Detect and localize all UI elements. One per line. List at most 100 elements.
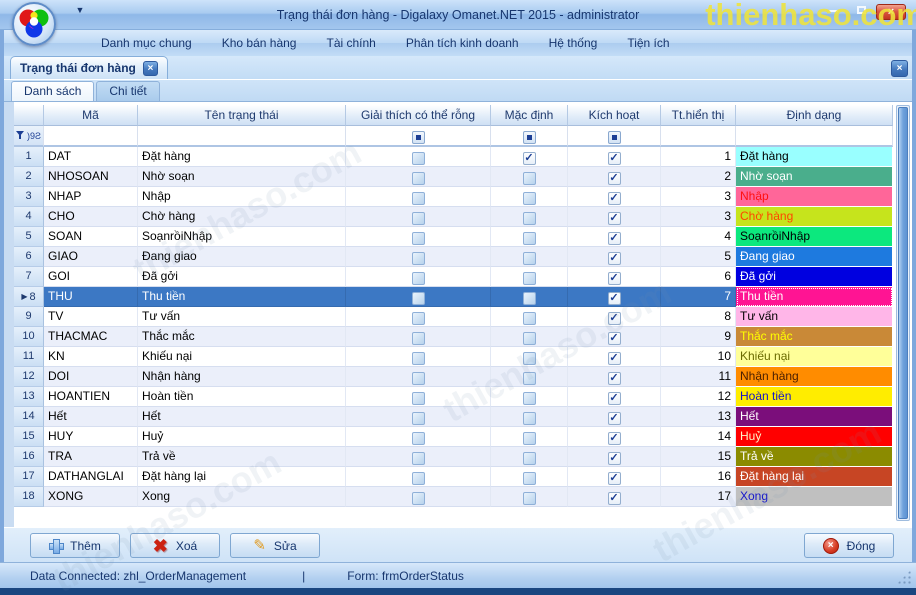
subtab-chi-tiết[interactable]: Chi tiết <box>96 81 159 101</box>
unchecked-checkbox[interactable] <box>523 452 536 465</box>
cell-tt-hien-thi[interactable]: 10 <box>661 347 736 367</box>
checkbox-cell[interactable]: ✓ <box>568 447 661 467</box>
vertical-scrollbar[interactable] <box>896 105 910 521</box>
cell-dinh-dang[interactable]: Khiếu nại <box>736 347 893 367</box>
checkbox-cell[interactable] <box>346 207 491 227</box>
cell-ten-trang-thai[interactable]: Trả về <box>138 447 346 467</box>
window-close-button[interactable]: × <box>876 4 906 20</box>
table-row[interactable]: 3NHAPNhập✓3Nhập <box>14 187 893 207</box>
cell-ma[interactable]: TV <box>44 307 138 327</box>
table-row[interactable]: 6GIAOĐang giao✓5Đang giao <box>14 247 893 267</box>
cell-tt-hien-thi[interactable]: 3 <box>661 187 736 207</box>
cell-ten-trang-thai[interactable]: Tư vấn <box>138 307 346 327</box>
column-header-ma[interactable]: Mã <box>44 105 138 126</box>
unchecked-checkbox[interactable] <box>523 392 536 405</box>
checked-checkbox[interactable]: ✓ <box>608 192 621 205</box>
checkbox-cell[interactable] <box>491 447 568 467</box>
checked-checkbox[interactable]: ✓ <box>608 292 621 305</box>
filter-cell-ten[interactable] <box>138 126 346 147</box>
checkbox-cell[interactable] <box>346 187 491 207</box>
unchecked-checkbox[interactable] <box>523 352 536 365</box>
resize-grip[interactable] <box>897 570 911 584</box>
cell-ma[interactable]: THACMAC <box>44 327 138 347</box>
row-indicator[interactable]: 10 <box>14 327 44 347</box>
unchecked-checkbox[interactable] <box>523 412 536 425</box>
tab-close-icon[interactable]: × <box>143 61 158 76</box>
menu-item-2[interactable]: Kho bán hàng <box>207 32 312 54</box>
cell-ma[interactable]: GOI <box>44 267 138 287</box>
cell-ma[interactable]: SOAN <box>44 227 138 247</box>
table-row[interactable]: 15HUYHuỷ✓14Huỷ <box>14 427 893 447</box>
checked-checkbox[interactable]: ✓ <box>608 232 621 245</box>
cell-ma[interactable]: Hết <box>44 407 138 427</box>
checked-checkbox[interactable]: ✓ <box>608 472 621 485</box>
cell-dinh-dang[interactable]: Huỷ <box>736 427 893 447</box>
row-indicator[interactable]: 14 <box>14 407 44 427</box>
checkbox-cell[interactable] <box>491 427 568 447</box>
row-indicator[interactable]: 1 <box>14 147 44 167</box>
row-indicator[interactable]: 7 <box>14 267 44 287</box>
checkbox-cell[interactable] <box>346 307 491 327</box>
unchecked-checkbox[interactable] <box>412 252 425 265</box>
column-header-kich-hoat[interactable]: Kích hoạt <box>568 105 661 126</box>
checkbox-cell[interactable] <box>491 307 568 327</box>
checked-checkbox[interactable]: ✓ <box>608 452 621 465</box>
cell-ma[interactable]: HOANTIEN <box>44 387 138 407</box>
column-header-ten[interactable]: Tên trạng thái <box>138 105 346 126</box>
checkbox-cell[interactable] <box>491 487 568 507</box>
unchecked-checkbox[interactable] <box>412 272 425 285</box>
cell-ma[interactable]: DAT <box>44 147 138 167</box>
filter-cell-tt[interactable] <box>661 126 736 147</box>
cell-ten-trang-thai[interactable]: Hoàn tiền <box>138 387 346 407</box>
tab-order-status[interactable]: Trạng thái đơn hàng × <box>10 56 168 79</box>
cell-tt-hien-thi[interactable]: 2 <box>661 167 736 187</box>
checked-checkbox[interactable]: ✓ <box>523 152 536 165</box>
checkbox-cell[interactable] <box>491 327 568 347</box>
checked-checkbox[interactable]: ✓ <box>608 252 621 265</box>
checkbox-cell[interactable]: ✓ <box>568 187 661 207</box>
checkbox-cell[interactable] <box>346 487 491 507</box>
checked-checkbox[interactable]: ✓ <box>608 492 621 505</box>
cell-dinh-dang[interactable]: Nhận hàng <box>736 367 893 387</box>
column-header-tt-hien-thi[interactable]: Tt.hiển thị <box>661 105 736 126</box>
checkbox-cell[interactable] <box>346 387 491 407</box>
cell-tt-hien-thi[interactable]: 17 <box>661 487 736 507</box>
cell-ma[interactable]: NHOSOAN <box>44 167 138 187</box>
checkbox-cell[interactable]: ✓ <box>568 167 661 187</box>
unchecked-checkbox[interactable] <box>523 232 536 245</box>
checked-checkbox[interactable]: ✓ <box>608 172 621 185</box>
row-indicator[interactable]: 11 <box>14 347 44 367</box>
cell-ten-trang-thai[interactable]: Chờ hàng <box>138 207 346 227</box>
table-row[interactable]: 7GOIĐã gởi✓6Đã gởi <box>14 267 893 287</box>
table-row[interactable]: 18XONGXong✓17Xong <box>14 487 893 507</box>
unchecked-checkbox[interactable] <box>412 172 425 185</box>
checkbox-cell[interactable]: ✓ <box>568 307 661 327</box>
column-header-dinh-dang[interactable]: Định dạng <box>736 105 893 126</box>
delete-button[interactable]: ✖ Xoá <box>130 533 220 558</box>
checked-checkbox[interactable]: ✓ <box>608 432 621 445</box>
subtab-danh-sách[interactable]: Danh sách <box>11 81 94 101</box>
checkbox-cell[interactable]: ✓ <box>568 247 661 267</box>
checkbox-cell[interactable] <box>346 447 491 467</box>
checked-checkbox[interactable]: ✓ <box>608 212 621 225</box>
unchecked-checkbox[interactable] <box>523 492 536 505</box>
cell-dinh-dang[interactable]: Chờ hàng <box>736 207 893 227</box>
close-form-button[interactable]: × Đóng <box>804 533 894 558</box>
unchecked-checkbox[interactable] <box>523 432 536 445</box>
cell-tt-hien-thi[interactable]: 6 <box>661 267 736 287</box>
unchecked-checkbox[interactable] <box>523 332 536 345</box>
table-row[interactable]: 16TRATrả về✓15Trả về <box>14 447 893 467</box>
menu-item-5[interactable]: Hệ thống <box>534 32 613 54</box>
checkbox-cell[interactable] <box>491 347 568 367</box>
cell-tt-hien-thi[interactable]: 14 <box>661 427 736 447</box>
checkbox-cell[interactable]: ✓ <box>568 387 661 407</box>
cell-ma[interactable]: KN <box>44 347 138 367</box>
checked-checkbox[interactable]: ✓ <box>608 272 621 285</box>
cell-tt-hien-thi[interactable]: 11 <box>661 367 736 387</box>
cell-dinh-dang[interactable]: Nhờ soạn <box>736 167 893 187</box>
row-indicator[interactable]: ▶8 <box>14 287 44 307</box>
cell-tt-hien-thi[interactable]: 7 <box>661 287 736 307</box>
table-row[interactable]: 2NHOSOANNhờ soạn✓2Nhờ soạn <box>14 167 893 187</box>
column-header-mac-dinh[interactable]: Mặc định <box>491 105 568 126</box>
minimize-button[interactable] <box>820 4 846 20</box>
